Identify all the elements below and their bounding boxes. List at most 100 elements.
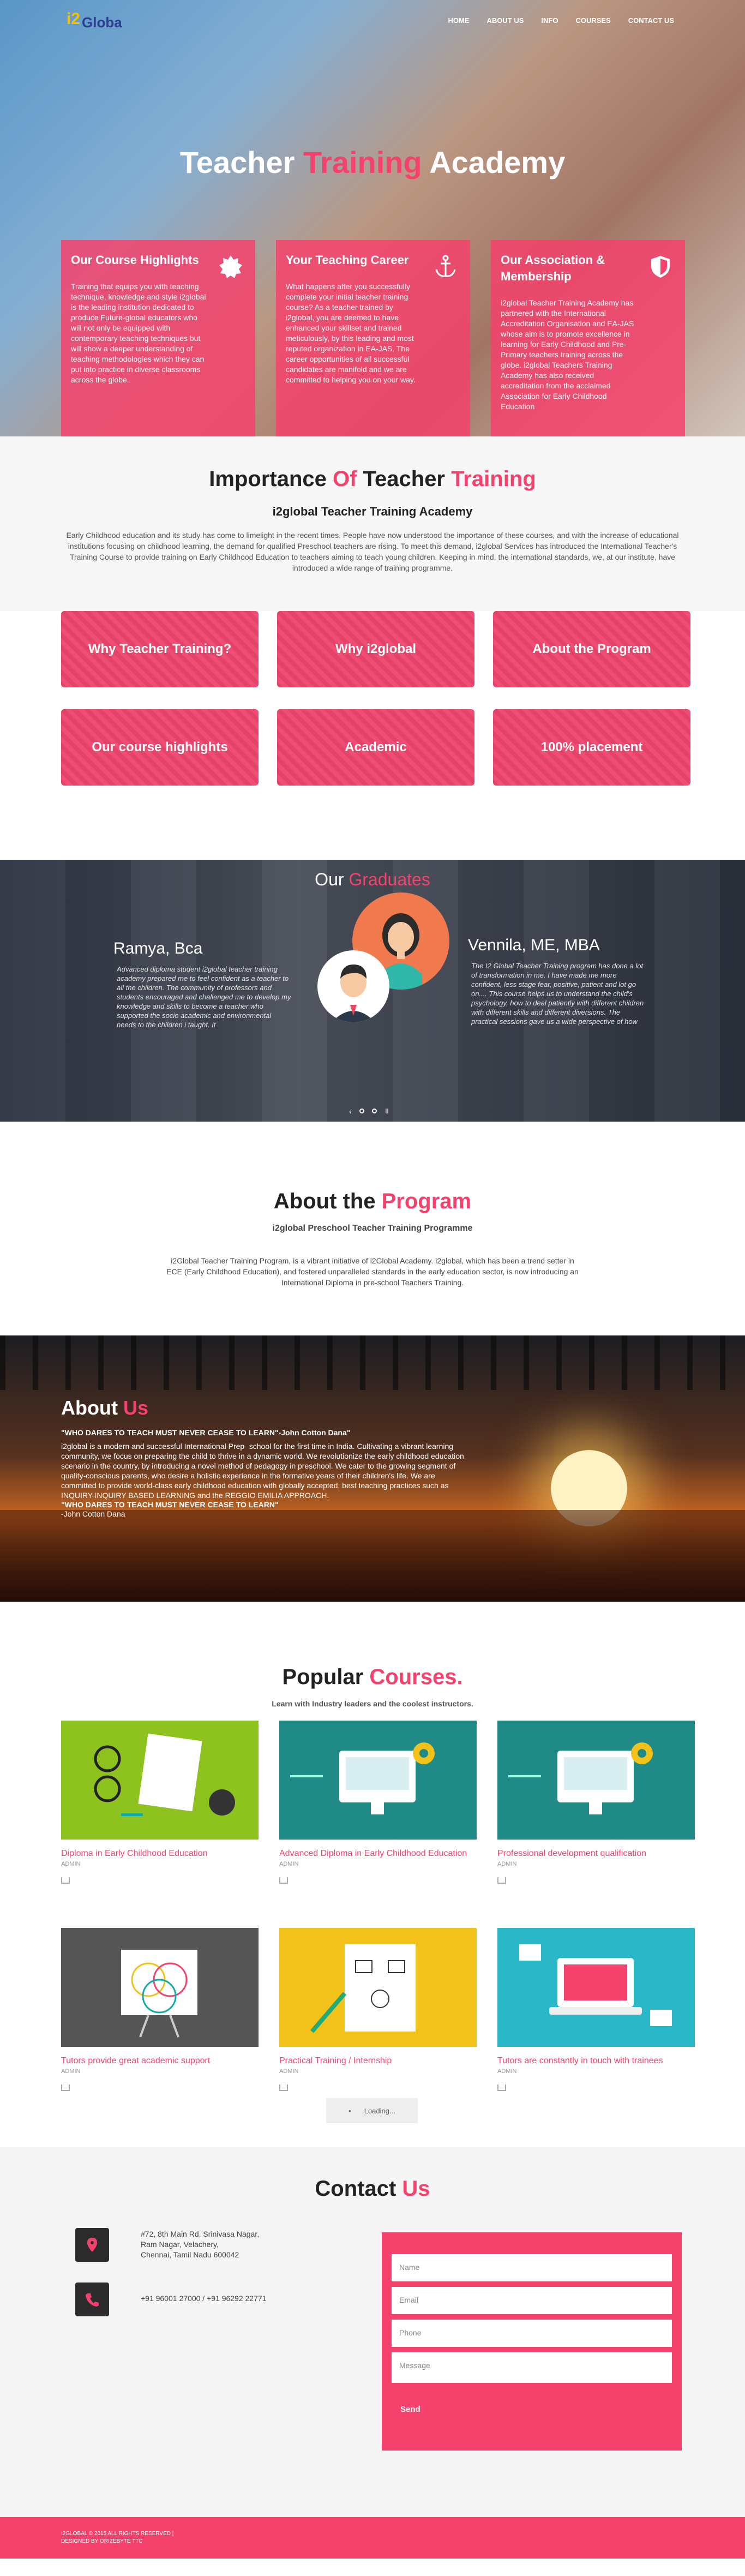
loading-dot-icon: • [349, 2106, 351, 2115]
courses-subtitle: Learn with Industry leaders and the cool… [272, 1699, 473, 1708]
tile-academic[interactable]: Academic [277, 709, 474, 786]
avatar-man [317, 950, 389, 1022]
nav-about-us[interactable]: ABOUT US [486, 16, 524, 25]
contact-phone[interactable]: +91 96001 27000 / +91 96292 22771 [141, 2293, 266, 2304]
carousel-pause-icon[interactable]: ॥ [384, 1106, 389, 1116]
nav-info[interactable]: INFO [541, 16, 558, 25]
course-card[interactable]: Practical Training / Internship ADMIN [279, 1928, 477, 2091]
courses-section: Popular Courses. Learn with Industry lea… [0, 1602, 745, 2147]
program-title: About the Program [0, 1189, 745, 1214]
carousel-prev-icon[interactable]: ‹ [349, 1107, 352, 1116]
title-highlight: Courses. [369, 1665, 463, 1689]
hero-title-part: Teacher [179, 145, 303, 179]
title-part: Our [315, 870, 349, 889]
navbar: i2 Globa HOME ABOUT US INFO COURSES CONT… [0, 0, 745, 44]
graduate-name-left: Ramya, Bca [113, 939, 203, 957]
basket-icon[interactable] [279, 2084, 288, 2091]
course-title[interactable]: Advanced Diploma in Early Childhood Educ… [279, 1848, 477, 1859]
man-avatar-icon [332, 964, 375, 1022]
title-part: About [61, 1397, 123, 1419]
hero-title-highlight: Training [303, 145, 422, 179]
tile-why-teacher-training[interactable]: Why Teacher Training? [61, 611, 259, 687]
course-card[interactable]: Advanced Diploma in Early Childhood Educ… [279, 1721, 477, 1884]
title-highlight: Us [123, 1397, 148, 1419]
title-highlight: Graduates [349, 870, 430, 889]
tile-why-i2global[interactable]: Why i2global [277, 611, 474, 687]
tile-label: Our course highlights [92, 740, 228, 754]
course-title[interactable]: Practical Training / Internship [279, 2056, 477, 2066]
course-title[interactable]: Tutors provide great academic support [61, 2056, 259, 2066]
address-line: Ram Nagar, Velachery, [141, 2240, 219, 2249]
load-more-button[interactable]: • Loading... [326, 2098, 418, 2123]
nav-courses[interactable]: COURSES [575, 16, 610, 25]
graduate-quote-right: The I2 Global Teacher Training program h… [471, 962, 644, 1026]
course-author: ADMIN [497, 2068, 517, 2075]
course-title[interactable]: Professional development qualification [497, 1848, 695, 1859]
laptop-icon [519, 1944, 672, 2026]
designer-credit[interactable]: DESIGNED BY ORIZEBYTE TTC [61, 2538, 684, 2545]
title-part: Popular [282, 1665, 370, 1689]
loading-label: Loading... [364, 2106, 395, 2115]
email-field[interactable]: Email [392, 2287, 672, 2314]
shield-icon [651, 256, 670, 278]
hero-title: Teacher Training Academy [0, 145, 745, 180]
importance-text: Early Childhood education and its study … [66, 531, 679, 572]
about-us-section: About Us "WHO DARES TO TEACH MUST NEVER … [0, 1335, 745, 1602]
tile-label: Why Teacher Training? [88, 642, 232, 656]
main-menu: HOME ABOUT US INFO COURSES CONTACT US [448, 16, 674, 25]
course-card[interactable]: Diploma in Early Childhood Education ADM… [61, 1721, 259, 1884]
about-us-quote-2: "WHO DARES TO TEACH MUST NEVER CEASE TO … [61, 1500, 279, 1509]
about-program-section: About the Program i2global Preschool Tea… [0, 1122, 745, 1335]
name-field[interactable]: Name [392, 2254, 672, 2281]
about-us-content: About Us "WHO DARES TO TEACH MUST NEVER … [61, 1397, 465, 1519]
about-us-quote: "WHO DARES TO TEACH MUST NEVER CEASE TO … [61, 1428, 351, 1437]
bridge-silhouette [0, 1335, 745, 1390]
course-card[interactable]: Tutors provide great academic support AD… [61, 1928, 259, 2091]
teaching-career-card: Your Teaching Career What happens after … [276, 240, 470, 436]
badge-icon [219, 255, 242, 278]
site-logo[interactable]: i2 Globa [60, 8, 122, 37]
title-part: Importance [209, 467, 333, 491]
about-us-title: About Us [61, 1397, 465, 1419]
basket-icon[interactable] [61, 2084, 70, 2091]
course-title[interactable]: Diploma in Early Childhood Education [61, 1848, 259, 1859]
nav-contact-us[interactable]: CONTACT US [628, 16, 674, 25]
contact-title: Contact Us [0, 2177, 745, 2201]
course-row: Diploma in Early Childhood Education ADM… [61, 1721, 695, 1884]
message-field[interactable]: Message [392, 2352, 672, 2383]
association-card: Our Association & Membership i2global Te… [491, 240, 685, 436]
course-card[interactable]: Tutors are constantly in touch with trai… [497, 1928, 695, 2091]
program-text: i2Global Teacher Training Program, is a … [166, 1256, 579, 1287]
basket-icon[interactable] [61, 1877, 70, 1884]
card-title: Our Course Highlights [71, 253, 199, 267]
tile-placement[interactable]: 100% placement [493, 709, 690, 786]
basket-icon[interactable] [497, 2084, 506, 2091]
phone-field[interactable]: Phone [392, 2320, 672, 2347]
course-row: Tutors provide great academic support AD… [61, 1928, 695, 2091]
contact-address: #72, 8th Main Rd, Srinivasa Nagar, Ram N… [141, 2229, 259, 2260]
basket-icon[interactable] [497, 1877, 506, 1884]
title-highlight: Program [381, 1189, 472, 1213]
send-button[interactable]: Send [400, 2405, 672, 2414]
contact-form: Name Email Phone Message Send [382, 2232, 682, 2451]
carousel-dot[interactable] [371, 1109, 377, 1113]
info-tiles: Why Teacher Training? Why i2global About… [0, 611, 745, 860]
monitor-gear-icon [290, 1742, 435, 1814]
logo-text: Globa [82, 14, 122, 31]
nav-home[interactable]: HOME [448, 16, 469, 25]
graduates-title: Our Graduates [0, 870, 745, 890]
course-card[interactable]: Professional development qualification A… [497, 1721, 695, 1884]
course-image [279, 1721, 477, 1840]
basket-icon[interactable] [279, 1877, 288, 1884]
river-water [0, 1510, 745, 1602]
carousel-dot[interactable] [359, 1109, 364, 1113]
tile-about-program[interactable]: About the Program [493, 611, 690, 687]
tile-course-highlights[interactable]: Our course highlights [61, 709, 259, 786]
card-text: Training that equips you with teaching t… [71, 282, 206, 384]
course-image [61, 1721, 259, 1840]
hero-cards: Our Course Highlights Training that equi… [61, 240, 685, 436]
document-glasses-icon [94, 1733, 235, 1816]
phone-icon [75, 2283, 109, 2316]
graduates-section: Our Graduates Ramya, Bca Advanced diplom… [0, 860, 745, 1122]
course-title[interactable]: Tutors are constantly in touch with trai… [497, 2056, 695, 2066]
